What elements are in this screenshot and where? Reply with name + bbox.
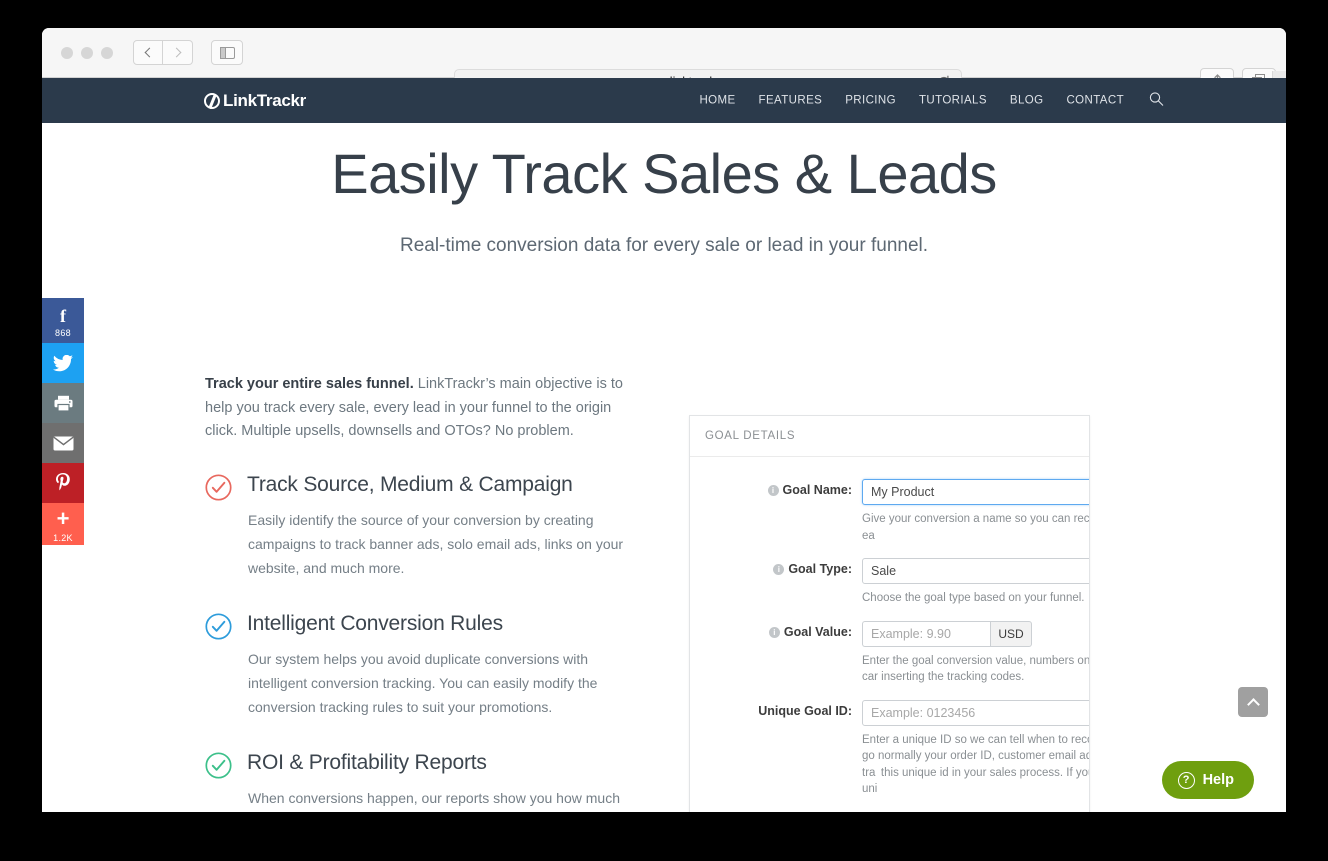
chevron-up-icon (1246, 697, 1260, 711)
goal-value-label: i Goal Value: (690, 625, 852, 639)
nav-item-pricing[interactable]: PRICING (845, 95, 896, 107)
feature-title: Intelligent Conversion Rules (247, 611, 503, 635)
site-header: LinkTrackr HOME FEATURES PRICING TUTORIA… (42, 78, 1286, 123)
goal-name-help: Give your conversion a name so you can r… (862, 513, 1090, 542)
goal-value-row: i Goal Value: Example: 9.90 USD Enter the… (690, 620, 1090, 686)
ssl-toggle-group: Off On (862, 811, 1089, 812)
info-icon[interactable]: i (768, 626, 780, 638)
nav-item-home[interactable]: HOME (699, 95, 735, 107)
share-pinterest-button[interactable] (42, 463, 84, 503)
page-content: Easily Track Sales & Leads Real-time con… (42, 123, 1286, 812)
plus-icon: + (56, 506, 70, 531)
site-logo[interactable]: LinkTrackr (204, 91, 306, 111)
goal-name-row: i Goal Name: My Product Give your convers… (690, 479, 1089, 544)
nav-item-contact[interactable]: CONTACT (1066, 95, 1124, 107)
unique-goal-id-help: Enter a unique ID so we can tell when to… (862, 733, 1089, 796)
help-label: Help (1202, 772, 1234, 788)
panel-section-title: GOAL DETAILS (690, 416, 1089, 457)
scroll-to-top-button[interactable] (1238, 687, 1268, 717)
check-circle-icon (205, 751, 232, 779)
feature-title: Track Source, Medium & Campaign (247, 472, 573, 496)
feature-item: Intelligent Conversion Rules Our system … (205, 610, 630, 719)
goal-type-row: i Goal Type: Sale Choose the goal type ba… (690, 558, 1089, 607)
back-button[interactable] (133, 40, 163, 65)
chevron-left-icon (144, 47, 155, 58)
feature-title: ROI & Profitability Reports (247, 750, 487, 774)
feature-description: When conversions happen, our reports sho… (248, 789, 620, 806)
help-widget-button[interactable]: ? Help (1161, 761, 1254, 799)
goal-value-currency: USD (990, 620, 1032, 647)
primary-navigation: HOME FEATURES PRICING TUTORIALS BLOG CON… (699, 91, 1164, 110)
info-icon[interactable]: i (767, 485, 779, 496)
feature-description: Easily identify the source of your conve… (248, 511, 624, 576)
unique-goal-id-row: Unique Goal ID: Example: 0123456 Enter a… (690, 699, 1089, 798)
goal-type-label-text: Goal Type: (788, 562, 852, 576)
ssl-toggle-off[interactable]: Off (862, 811, 901, 812)
feature-item: Track Source, Medium & Campaign Easily i… (205, 471, 630, 580)
nav-item-features[interactable]: FEATURES (759, 95, 823, 107)
goal-type-label: i Goal Type: (690, 562, 852, 576)
share-more-button[interactable]: + 1.2K (42, 503, 84, 545)
goal-details-screenshot: GOAL DETAILS i Goal Name: My Product Give… (689, 415, 1090, 812)
goal-value-help: Enter the goal conversion value, numbers… (862, 654, 1090, 684)
goal-type-help: Choose the goal type based on your funne… (862, 592, 1085, 604)
total-share-count: 1.2K (53, 533, 73, 543)
search-icon[interactable] (1149, 91, 1164, 110)
share-email-button[interactable] (42, 423, 84, 463)
search-glass-icon (1149, 91, 1164, 106)
social-share-sidebar: f 868 + 1.2K (42, 298, 84, 545)
facebook-icon: f (60, 306, 66, 326)
forward-button[interactable] (163, 40, 193, 65)
twitter-icon (53, 354, 73, 371)
nav-item-tutorials[interactable]: TUTORIALS (919, 95, 987, 107)
logo-text: LinkTrackr (223, 90, 306, 110)
browser-window: + linktrackr.com LinkTrackr HOME FEATURE… (42, 28, 1286, 812)
printer-icon (54, 395, 72, 412)
ssl-tracking-row: Use SSL Tracking: Off On (690, 811, 1089, 812)
ssl-toggle-on[interactable]: On (900, 811, 939, 812)
chevron-right-icon (171, 47, 181, 58)
unique-goal-id-input[interactable]: Example: 0123456 (862, 699, 1089, 726)
sidebar-toggle-button[interactable] (211, 40, 243, 65)
share-facebook-button[interactable]: f 868 (42, 298, 84, 343)
unique-goal-id-label: Unique Goal ID: (758, 703, 852, 718)
feature-item: ROI & Profitability Reports When convers… (205, 749, 630, 813)
linktrackr-mark-icon (204, 92, 220, 109)
goal-name-label: i Goal Name: (690, 483, 852, 497)
page-subtitle: Real-time conversion data for every sale… (399, 235, 929, 256)
goal-name-label-text: Goal Name: (782, 483, 852, 497)
feature-description: Our system helps you avoid duplicate con… (248, 650, 598, 715)
envelope-icon (52, 436, 74, 450)
sidebar-toggle-icon (219, 46, 235, 59)
print-button[interactable] (42, 383, 84, 423)
facebook-share-count: 868 (55, 328, 71, 338)
goal-type-select[interactable]: Sale (862, 558, 1089, 584)
nav-item-blog[interactable]: BLOG (1010, 95, 1044, 107)
window-traffic-lights (61, 46, 113, 59)
pinterest-icon (56, 473, 70, 491)
info-icon[interactable]: i (773, 564, 785, 575)
goal-value-input[interactable]: Example: 9.90 (862, 620, 990, 647)
goal-value-group: Example: 9.90 USD (862, 620, 1032, 647)
page-title: Easily Track Sales & Leads (331, 142, 997, 205)
minimize-window-button[interactable] (81, 46, 93, 59)
maximize-window-button[interactable] (101, 46, 113, 59)
share-twitter-button[interactable] (42, 343, 84, 383)
intro-paragraph: Track your entire sales funnel. LinkTrac… (205, 373, 630, 444)
close-window-button[interactable] (61, 46, 73, 59)
feature-column: Track your entire sales funnel. LinkTrac… (205, 373, 630, 812)
question-circle-icon: ? (1177, 771, 1195, 789)
nav-buttons (133, 40, 193, 65)
check-circle-icon (205, 612, 232, 640)
goal-name-input[interactable]: My Product (862, 479, 1089, 505)
check-circle-icon (205, 473, 232, 501)
goal-value-label-text: Goal Value: (783, 624, 852, 639)
intro-lead: Track your entire sales funnel. (205, 376, 414, 392)
